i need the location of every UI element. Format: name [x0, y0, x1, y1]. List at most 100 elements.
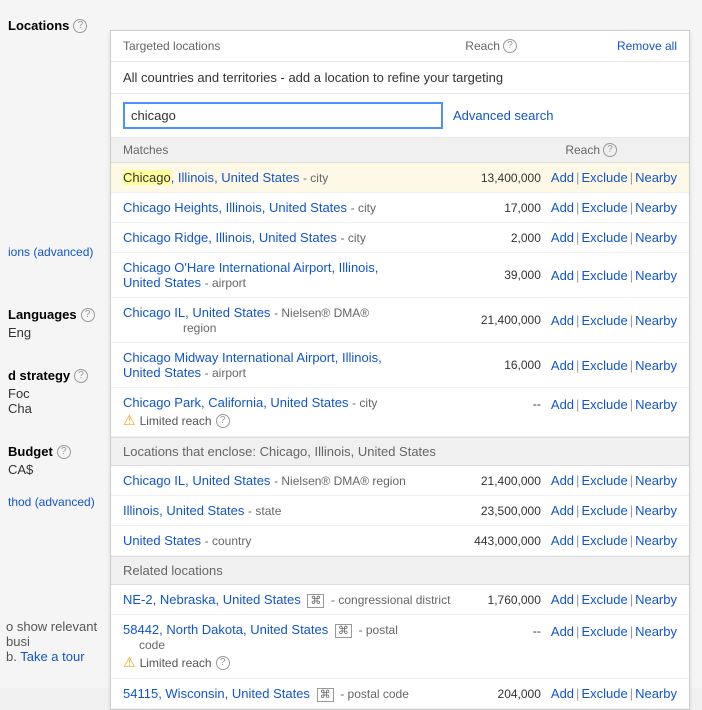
advanced-search-link[interactable]: Advanced search: [453, 108, 553, 123]
warning-icon: ⚠: [123, 654, 136, 671]
location-suffix: , North Dakota: [159, 622, 243, 637]
location-name: Chicago O'Hare International Airport: [123, 260, 331, 275]
location-type: - state: [248, 504, 281, 518]
action-links: Add|Exclude|Nearby: [551, 230, 677, 245]
add-link[interactable]: Add: [551, 268, 574, 283]
advanced-locations-label[interactable]: ions (advanced): [0, 241, 115, 263]
nearby-link[interactable]: Nearby: [635, 624, 677, 639]
budget-help-icon[interactable]: ?: [57, 445, 71, 459]
location-cell: 58442, North Dakota, United States ⌘ - p…: [123, 622, 461, 671]
exclude-link[interactable]: Exclude: [581, 686, 627, 701]
locations-help-icon[interactable]: ?: [73, 19, 87, 33]
nearby-link[interactable]: Nearby: [635, 200, 677, 215]
location-suffix: , United States: [159, 503, 244, 518]
location-name: Illinois: [123, 503, 159, 518]
exclude-link[interactable]: Exclude: [581, 200, 627, 215]
reach-value: 204,000: [461, 687, 551, 701]
add-link[interactable]: Add: [551, 503, 574, 518]
nearby-link[interactable]: Nearby: [635, 313, 677, 328]
limited-reach-help-icon[interactable]: ?: [216, 656, 230, 670]
location-name: Chicago IL: [123, 305, 185, 320]
add-link[interactable]: Add: [551, 200, 574, 215]
bid-strategy-value: Foc: [8, 386, 107, 401]
budget-label: Budget: [8, 444, 53, 459]
exclude-link[interactable]: Exclude: [581, 170, 627, 185]
action-links: Add|Exclude|Nearby: [551, 200, 677, 215]
location-type: - Nielsen® DMA® region: [274, 474, 406, 488]
location-suffix2: , United States: [262, 200, 347, 215]
search-input[interactable]: [123, 102, 443, 129]
reach-value: 21,400,000: [461, 474, 551, 488]
action-links: Add|Exclude|Nearby: [551, 503, 677, 518]
exclude-link[interactable]: Exclude: [581, 473, 627, 488]
result-row: Chicago IL, United States - Nielsen® DMA…: [111, 298, 689, 343]
result-row: Chicago, Illinois, United States - city …: [111, 163, 689, 193]
reach-value: 39,000: [461, 268, 551, 282]
reach-column-header: Reach: [565, 143, 600, 157]
location-cell: Illinois, United States - state: [123, 503, 461, 518]
reach-help-icon[interactable]: ?: [503, 39, 517, 53]
nearby-link[interactable]: Nearby: [635, 533, 677, 548]
add-link[interactable]: Add: [551, 624, 574, 639]
nearby-link[interactable]: Nearby: [635, 397, 677, 412]
exclude-link[interactable]: Exclude: [581, 624, 627, 639]
encloses-header: Locations that enclose: Chicago, Illinoi…: [111, 437, 689, 466]
location-type: - postal code: [340, 687, 409, 701]
nearby-link[interactable]: Nearby: [635, 230, 677, 245]
left-panel: Locations ? ions (advanced) Languages ? …: [0, 0, 115, 688]
location-suffix: , Wisconsin: [158, 686, 224, 701]
method-label[interactable]: thod (advanced): [8, 495, 107, 509]
location-type: - postal: [359, 623, 398, 637]
location-type: - country: [205, 534, 252, 548]
nearby-link[interactable]: Nearby: [635, 170, 677, 185]
exclude-link[interactable]: Exclude: [581, 358, 627, 373]
location-type: - congressional district: [331, 593, 450, 607]
limited-reach-help-icon[interactable]: ?: [216, 414, 230, 428]
location-name: 54115: [123, 686, 158, 701]
warning-icon: ⚠: [123, 412, 136, 429]
add-link[interactable]: Add: [551, 358, 574, 373]
nearby-link[interactable]: Nearby: [635, 592, 677, 607]
add-link[interactable]: Add: [551, 533, 574, 548]
nearby-link[interactable]: Nearby: [635, 503, 677, 518]
add-link[interactable]: Add: [551, 397, 574, 412]
exclude-link[interactable]: Exclude: [581, 230, 627, 245]
languages-help-icon[interactable]: ?: [81, 308, 95, 322]
exclude-link[interactable]: Exclude: [581, 268, 627, 283]
exclude-link[interactable]: Exclude: [581, 313, 627, 328]
take-tour-link[interactable]: Take a tour: [20, 649, 84, 664]
location-cell: Chicago Midway International Airport, Il…: [123, 350, 461, 380]
nearby-link[interactable]: Nearby: [635, 473, 677, 488]
action-links: Add|Exclude|Nearby: [551, 473, 677, 488]
location-suffix: , Illinois: [171, 170, 214, 185]
add-link[interactable]: Add: [551, 230, 574, 245]
location-suffix2: , United States: [243, 622, 328, 637]
exclude-link[interactable]: Exclude: [581, 592, 627, 607]
add-link[interactable]: Add: [551, 473, 574, 488]
reach-column-help-icon[interactable]: ?: [603, 143, 617, 157]
all-countries-bar: All countries and territories - add a lo…: [111, 62, 689, 94]
location-name: 58442: [123, 622, 159, 637]
remove-all-button[interactable]: Remove all: [617, 39, 677, 53]
add-link[interactable]: Add: [551, 686, 574, 701]
add-link[interactable]: Add: [551, 313, 574, 328]
action-links: Add|Exclude|Nearby: [551, 170, 677, 185]
location-suffix2: , United States: [214, 170, 299, 185]
exclude-link[interactable]: Exclude: [581, 503, 627, 518]
result-row: Chicago IL, United States - Nielsen® DMA…: [111, 466, 689, 496]
location-suffix2: , United States: [252, 230, 337, 245]
exclude-link[interactable]: Exclude: [581, 533, 627, 548]
chat-icon: ⌘: [335, 624, 352, 638]
location-name: United States: [123, 533, 201, 548]
bid-strategy-sub: Cha: [8, 401, 107, 416]
bid-strategy-help-icon[interactable]: ?: [74, 369, 88, 383]
add-link[interactable]: Add: [551, 592, 574, 607]
nearby-link[interactable]: Nearby: [635, 268, 677, 283]
nearby-link[interactable]: Nearby: [635, 686, 677, 701]
result-row: Chicago Ridge, Illinois, United States -…: [111, 223, 689, 253]
location-suffix: , Illinois: [335, 350, 378, 365]
location-cell: Chicago O'Hare International Airport, Il…: [123, 260, 461, 290]
nearby-link[interactable]: Nearby: [635, 358, 677, 373]
add-link[interactable]: Add: [551, 170, 574, 185]
exclude-link[interactable]: Exclude: [581, 397, 627, 412]
